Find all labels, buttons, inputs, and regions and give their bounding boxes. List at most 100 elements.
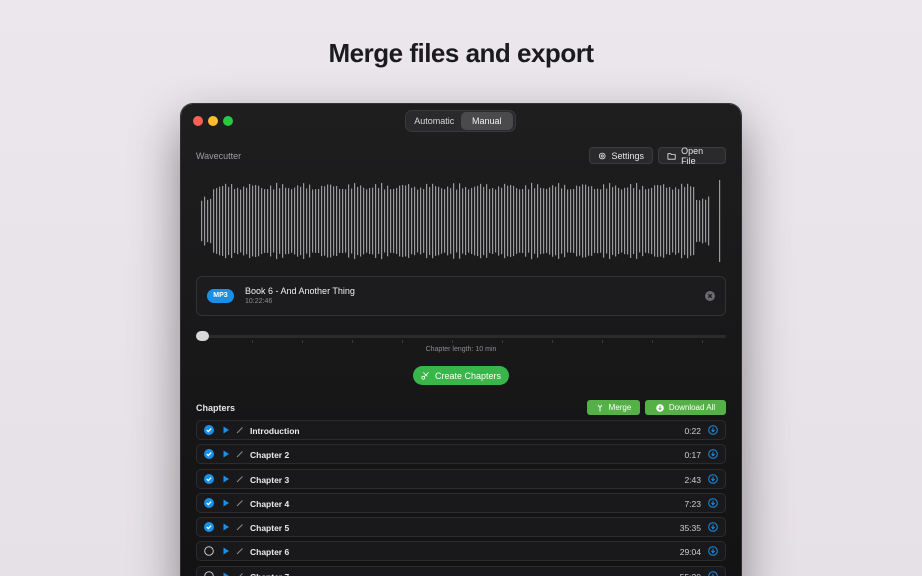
- merge-button[interactable]: Merge: [587, 400, 640, 415]
- mode-segmented-control: Automatic Manual: [405, 110, 516, 132]
- open-file-button[interactable]: Open File: [658, 146, 726, 166]
- pencil-icon[interactable]: [235, 425, 245, 435]
- waveform-bar: [264, 189, 266, 253]
- waveform-bar: [210, 198, 212, 244]
- pencil-icon[interactable]: [235, 449, 245, 459]
- download-all-button[interactable]: Download All: [645, 400, 726, 415]
- waveform-bar: [249, 183, 251, 259]
- chapter-row[interactable]: Chapter 5 35:35: [196, 517, 726, 538]
- checked-icon[interactable]: [204, 425, 214, 435]
- tab-manual[interactable]: Manual: [460, 112, 513, 130]
- chapter-row[interactable]: Introduction 0:22: [196, 420, 726, 440]
- waveform-bar: [321, 185, 323, 257]
- checked-icon[interactable]: [204, 449, 214, 460]
- chapter-row[interactable]: Chapter 7 55:20: [196, 565, 726, 576]
- download-icon[interactable]: [708, 522, 718, 532]
- chapter-row[interactable]: Chapter 6 29:04: [196, 541, 726, 562]
- play-icon[interactable]: [221, 546, 231, 556]
- zoom-window-button[interactable]: [223, 116, 233, 126]
- waveform-bar: [702, 198, 704, 244]
- close-window-button[interactable]: [193, 116, 203, 126]
- waveform-bar: [537, 184, 539, 258]
- waveform-bar: [516, 188, 518, 254]
- remove-file-icon[interactable]: [705, 291, 715, 301]
- waveform-bar: [288, 188, 290, 254]
- chapter-name: Chapter 7: [250, 572, 289, 576]
- play-icon[interactable]: [221, 498, 231, 508]
- play-icon[interactable]: [221, 474, 231, 484]
- waveform-bar: [465, 186, 467, 256]
- waveform-bar: [633, 187, 635, 255]
- unchecked-icon[interactable]: [204, 546, 214, 557]
- play-icon[interactable]: [221, 571, 231, 576]
- waveform-bar: [483, 186, 485, 256]
- waveform-bar: [225, 183, 227, 259]
- waveform-display[interactable]: [199, 176, 723, 266]
- waveform-bar: [294, 187, 296, 255]
- pencil-icon[interactable]: [235, 498, 245, 508]
- waveform-bar: [474, 186, 476, 256]
- gear-icon: [598, 152, 606, 159]
- download-icon[interactable]: [708, 570, 718, 576]
- chapter-length-slider[interactable]: [202, 335, 726, 338]
- download-icon[interactable]: [708, 498, 718, 508]
- waveform-end-marker: [719, 180, 721, 262]
- waveform-bar: [597, 188, 599, 254]
- chapter-name: Chapter 3: [250, 474, 290, 485]
- download-icon[interactable]: [708, 425, 718, 435]
- waveform-bar: [327, 184, 329, 258]
- download-icon[interactable]: [708, 473, 718, 484]
- waveform-bar: [480, 183, 482, 259]
- settings-button[interactable]: Settings: [589, 147, 653, 164]
- play-icon[interactable]: [221, 522, 231, 532]
- waveform-bar: [705, 199, 707, 243]
- waveform-bar: [297, 185, 299, 257]
- waveform-bar: [489, 188, 491, 254]
- pencil-icon[interactable]: [235, 522, 245, 532]
- chapter-row[interactable]: Chapter 2 0:17: [196, 444, 726, 465]
- chapter-row[interactable]: Chapter 3 2:43: [196, 468, 726, 489]
- chapter-name: Chapter 2: [250, 450, 290, 461]
- waveform-bar: [387, 185, 389, 257]
- waveform-bar: [540, 187, 542, 255]
- unchecked-icon[interactable]: [204, 570, 214, 576]
- chapter-row[interactable]: Chapter 4 7:23: [196, 492, 726, 513]
- waveform-bar: [552, 185, 554, 257]
- checked-icon[interactable]: [204, 497, 214, 508]
- waveform-bar: [618, 187, 620, 255]
- waveform-bar: [447, 186, 449, 256]
- slider-tick: [652, 340, 653, 343]
- waveform-bar: [411, 187, 413, 255]
- minimize-window-button[interactable]: [208, 116, 218, 126]
- checked-icon[interactable]: [204, 473, 214, 484]
- file-title: Book 6 - And Another Thing: [245, 286, 355, 296]
- waveform-bar: [273, 189, 275, 253]
- waveform-bar: [534, 188, 536, 254]
- waveform-bar: [438, 186, 440, 256]
- waveform-bar: [408, 184, 410, 258]
- checked-icon[interactable]: [204, 522, 214, 533]
- waveform-bar: [531, 182, 533, 260]
- waveform-bar: [282, 184, 284, 258]
- waveform-bar: [501, 187, 503, 255]
- download-icon[interactable]: [708, 546, 718, 557]
- merge-label: Merge: [608, 403, 632, 412]
- waveform-bar: [558, 183, 560, 259]
- waveform-bar: [528, 189, 530, 253]
- waveform-bar: [252, 185, 254, 257]
- download-all-label: Download All: [668, 403, 716, 412]
- download-icon[interactable]: [708, 449, 718, 460]
- tab-automatic[interactable]: Automatic: [408, 112, 461, 130]
- waveform-bar: [324, 186, 326, 256]
- slider-thumb[interactable]: [196, 331, 209, 341]
- pencil-icon[interactable]: [235, 474, 245, 484]
- pencil-icon[interactable]: [235, 571, 245, 576]
- waveform-bar: [234, 189, 236, 253]
- play-icon[interactable]: [221, 425, 231, 435]
- create-chapters-button[interactable]: Create Chapters: [413, 366, 509, 385]
- waveform-bar: [636, 182, 638, 260]
- pencil-icon[interactable]: [235, 546, 245, 556]
- waveform-bar: [204, 196, 206, 246]
- play-icon[interactable]: [221, 449, 231, 459]
- waveform-bar: [228, 186, 230, 256]
